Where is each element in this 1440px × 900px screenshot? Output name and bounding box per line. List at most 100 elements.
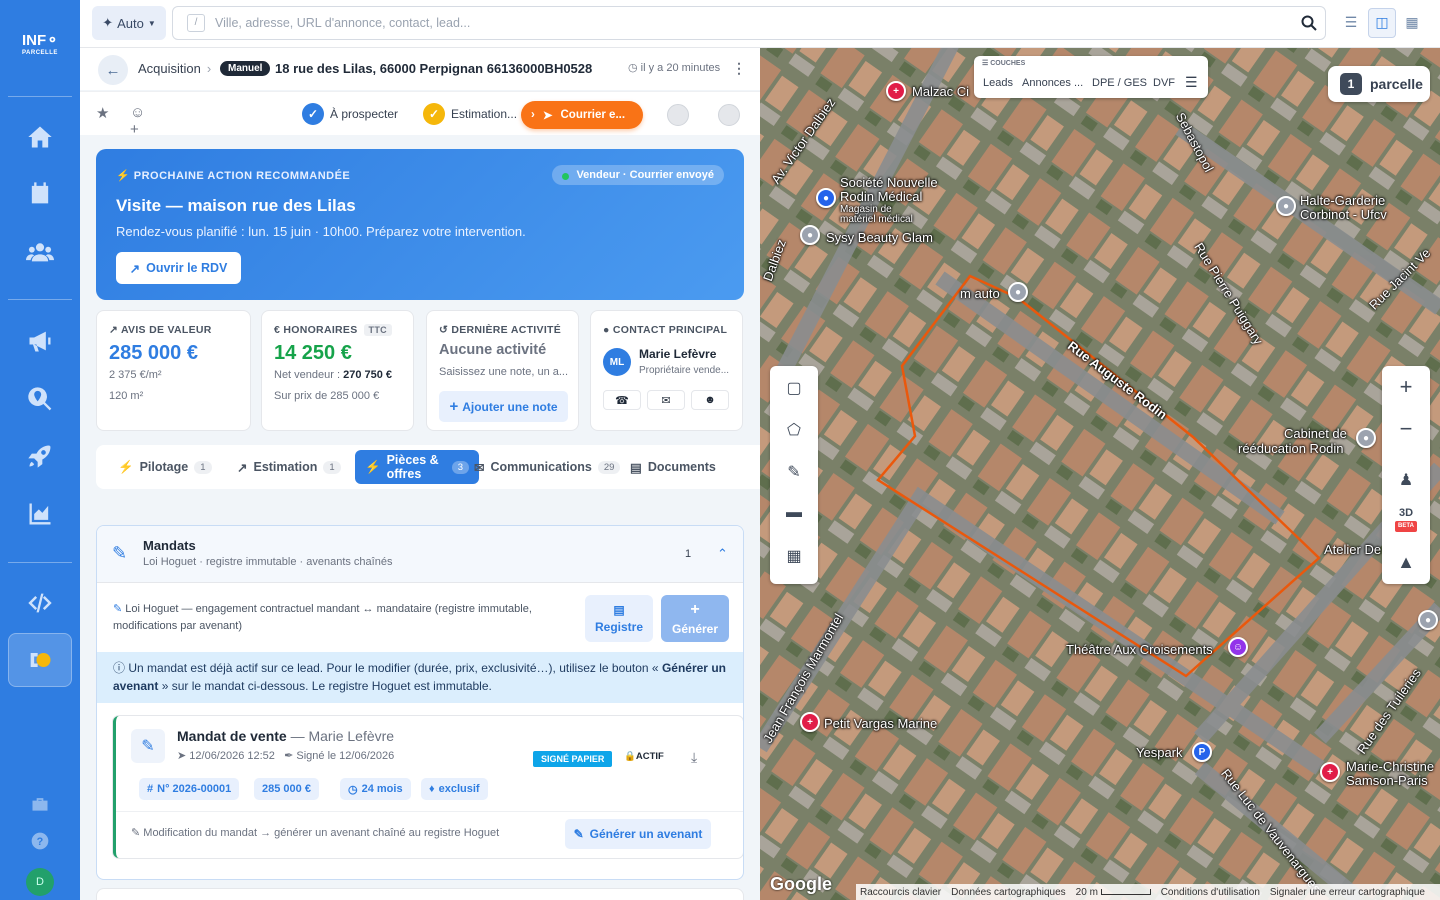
user-avatar[interactable]: D: [26, 868, 54, 896]
signature-icon: ✎: [113, 603, 123, 615]
breadcrumb[interactable]: Acquisition ›: [138, 61, 217, 76]
divider: [116, 811, 743, 812]
layer-leads[interactable]: Leads: [983, 77, 1013, 89]
add-note-button[interactable]: + Ajouter une note: [439, 391, 568, 422]
medical-pin-icon[interactable]: +: [886, 81, 906, 101]
more-options-icon[interactable]: ⋮: [732, 60, 746, 77]
chip-duree: ◷ 24 mois: [340, 778, 411, 800]
mode-selector[interactable]: ✦ Auto ▼: [92, 6, 166, 40]
theatre-pin-icon[interactable]: ☺: [1228, 637, 1248, 657]
layers-icon[interactable]: ☰: [1185, 74, 1198, 91]
draw-rectangle-icon[interactable]: ▢: [784, 378, 804, 398]
calendar-icon[interactable]: [24, 178, 56, 210]
code-icon[interactable]: [24, 587, 56, 619]
shop-pin-icon[interactable]: ●: [816, 188, 836, 208]
tab-communications[interactable]: ✉ Communications 29: [474, 453, 621, 481]
back-button[interactable]: ←: [98, 55, 128, 85]
ruler-icon[interactable]: ▬: [784, 504, 804, 524]
terrain-icon[interactable]: ▲: [1382, 552, 1430, 573]
contact-role: Propriétaire vende...: [639, 365, 730, 376]
poi-pin-icon[interactable]: ●: [1418, 610, 1438, 630]
chevron-up-icon[interactable]: ⌃: [717, 546, 728, 562]
email-icon[interactable]: ✉: [647, 390, 685, 410]
help-icon[interactable]: ?: [30, 831, 50, 851]
footer-map-data[interactable]: Données cartographiques: [951, 887, 1066, 898]
medical-pin-icon[interactable]: +: [800, 712, 820, 732]
kpi-contact[interactable]: ● CONTACT PRINCIPAL ML Marie Lefèvre Pro…: [590, 310, 743, 431]
tab-estimation[interactable]: ↗ Estimation 1: [237, 453, 341, 481]
layer-dvf[interactable]: DVF: [1153, 77, 1175, 89]
star-icon[interactable]: ★: [96, 104, 114, 122]
map-view[interactable]: Malzac Ci Av. Victor Dalbiez Dalbiez Soc…: [760, 48, 1440, 900]
registre-button[interactable]: ▤ Registre: [585, 595, 653, 642]
mandats-header[interactable]: ✎ Mandats Loi Hoguet · registre immutabl…: [97, 526, 743, 583]
step-pending-icon[interactable]: [667, 104, 689, 126]
map-label: Marie-Christine: [1346, 759, 1435, 774]
footer-report[interactable]: Signaler une erreur cartographique: [1270, 887, 1425, 898]
map-icon[interactable]: ▦: [784, 546, 804, 566]
book-icon: ▤: [613, 603, 625, 617]
status-pill: Vendeur · Courrier envoyé: [552, 165, 724, 185]
tab-documents[interactable]: ▤ Documents: [630, 453, 716, 481]
mode-label: Auto: [117, 15, 144, 31]
users-icon[interactable]: [24, 236, 56, 268]
time-label: il y a 20 minutes: [640, 62, 721, 74]
footer-shortcuts[interactable]: Raccourcis clavier: [860, 887, 941, 898]
signature-icon: ✎: [131, 729, 165, 763]
zoom-in-icon[interactable]: +: [1382, 374, 1430, 400]
search-icon[interactable]: [1301, 15, 1317, 31]
parking-pin-icon[interactable]: P: [1192, 742, 1212, 762]
chevron-right-icon: ›: [531, 109, 535, 121]
step-estimation[interactable]: ✓ Estimation...: [423, 103, 517, 125]
street-view-icon[interactable]: ♟: [1382, 470, 1430, 490]
poi-pin-icon[interactable]: ●: [1276, 196, 1296, 216]
tab-pieces-offres[interactable]: ⚡ Pièces & offres 3: [355, 450, 479, 484]
step-a-prospecter[interactable]: ✓ À prospecter: [302, 103, 398, 125]
map-label: Halte-Garderie: [1300, 193, 1386, 208]
open-rdv-button[interactable]: ↗ Ouvrir le RDV: [116, 252, 241, 284]
medical-pin-icon[interactable]: +: [1320, 762, 1340, 782]
layers-title-text: COUCHES: [990, 60, 1026, 67]
draw-freehand-icon[interactable]: ✎: [784, 462, 804, 482]
poi-pin-icon[interactable]: ●: [1356, 428, 1376, 448]
tab-pilotage[interactable]: ⚡ Pilotage 1: [118, 453, 212, 481]
add-user-icon[interactable]: ☺+: [130, 104, 148, 138]
generer-avenant-button[interactable]: ✎ Générer un avenant: [565, 819, 711, 849]
home-icon[interactable]: [24, 121, 56, 153]
rocket-icon[interactable]: [24, 440, 56, 472]
chart-area-icon[interactable]: [24, 498, 56, 530]
map-view-icon[interactable]: ▦: [1403, 14, 1421, 32]
phone-icon[interactable]: ☎: [603, 390, 641, 410]
megaphone-icon[interactable]: [24, 325, 56, 357]
step-courrier-active[interactable]: › ➤ Courrier e...: [521, 101, 643, 129]
toolbox-icon[interactable]: [30, 794, 50, 814]
search-location-icon[interactable]: [24, 383, 56, 415]
user-icon: ●: [603, 324, 610, 336]
draw-polygon-icon[interactable]: ⬠: [784, 420, 804, 440]
list-view-icon[interactable]: ☰: [1342, 14, 1360, 32]
download-icon[interactable]: ⤓: [691, 749, 697, 766]
chip-label: 285 000 €: [262, 783, 311, 795]
kpi-honoraires[interactable]: € HONORAIRES TTC 14 250 € Net vendeur : 2…: [261, 310, 414, 431]
map-label: Théâtre Aux Croisements: [1066, 642, 1213, 657]
generer-avenant-label: Générer un avenant: [589, 827, 703, 841]
contacts-icon[interactable]: ☻: [691, 390, 729, 410]
kpi-valeur[interactable]: ↗ AVIS DE VALEUR 285 000 € 2 375 €/m² 12…: [96, 310, 251, 431]
modification-hint: ✎ Modification du mandat → générer un av…: [131, 826, 499, 839]
generer-button[interactable]: + Générer: [661, 595, 729, 642]
footer-terms[interactable]: Conditions d'utilisation: [1161, 887, 1260, 898]
app-logo[interactable]: INF⚬ PARCELLE: [22, 33, 59, 60]
parcelle-counter[interactable]: 1 parcelle: [1328, 66, 1430, 102]
chip-label: N° 2026-00001: [157, 783, 232, 795]
3d-toggle[interactable]: 3D BETA: [1382, 508, 1430, 532]
poi-pin-icon[interactable]: ●: [800, 225, 820, 245]
zoom-out-icon[interactable]: −: [1382, 416, 1430, 442]
search-input[interactable]: / Ville, adresse, URL d'annonce, contact…: [172, 6, 1326, 40]
layer-annonces[interactable]: Annonces ...: [1022, 77, 1083, 89]
clock-icon: ◷: [348, 783, 358, 796]
weather-app-icon[interactable]: [24, 644, 56, 676]
tab-count: 3: [451, 460, 469, 474]
layer-dpe[interactable]: DPE / GES: [1092, 77, 1147, 89]
trophy-icon[interactable]: [718, 104, 740, 126]
poi-pin-icon[interactable]: ●: [1008, 282, 1028, 302]
